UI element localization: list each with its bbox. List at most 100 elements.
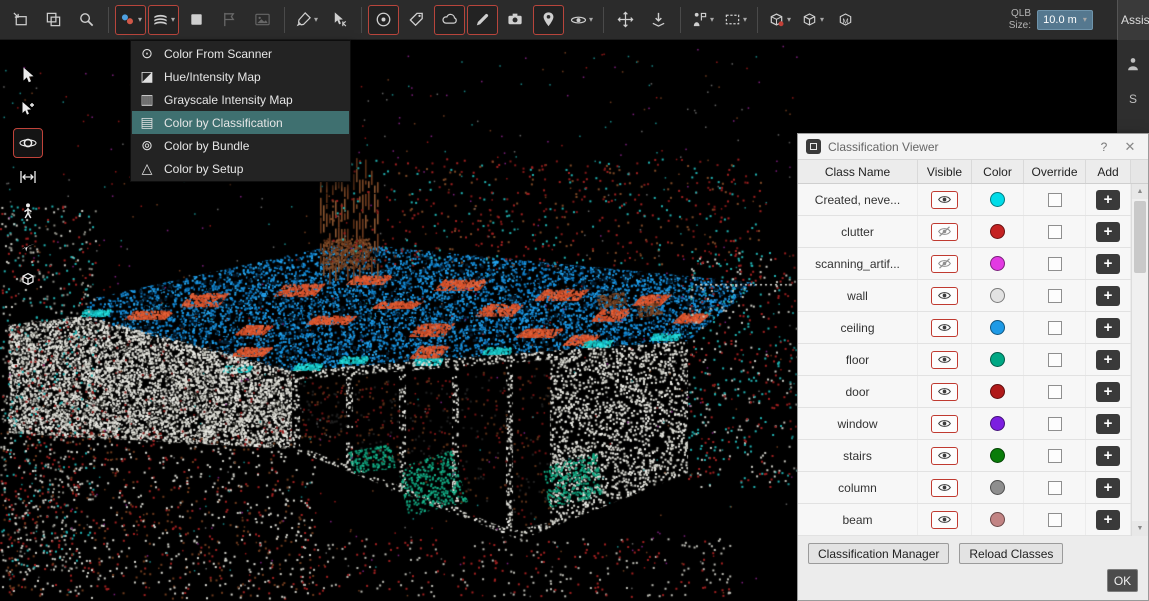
scrollbar[interactable]: ▲ ▼ xyxy=(1131,184,1148,536)
reload-classes-button[interactable]: Reload Classes xyxy=(959,543,1063,564)
chevron-down-icon[interactable]: ▾ xyxy=(710,16,714,24)
add-class-button[interactable]: + xyxy=(1096,190,1120,210)
class-color-swatch[interactable] xyxy=(990,224,1005,239)
menu-item-grayscale-intensity-map[interactable]: ▥Grayscale Intensity Map xyxy=(132,88,349,111)
add-class-button[interactable]: + xyxy=(1096,254,1120,274)
assistant-side-label[interactable]: S xyxy=(1129,92,1137,106)
help-button[interactable]: ? xyxy=(1095,140,1113,154)
visibility-toggle-on[interactable] xyxy=(931,191,958,209)
scroll-down-icon[interactable]: ▼ xyxy=(1132,521,1148,536)
qlb-size-dropdown[interactable]: 10.0 m ▾ xyxy=(1037,10,1093,30)
add-class-button[interactable]: + xyxy=(1096,414,1120,434)
close-icon[interactable]: ✕ xyxy=(1120,139,1140,155)
visibility-toggle-on[interactable] xyxy=(931,415,958,433)
assistant-panel-tab[interactable]: Assis xyxy=(1117,0,1149,40)
pen-button[interactable] xyxy=(467,5,498,35)
ok-button[interactable]: OK xyxy=(1107,569,1138,592)
override-checkbox[interactable] xyxy=(1048,481,1062,495)
class-color-swatch[interactable] xyxy=(990,288,1005,303)
class-color-swatch[interactable] xyxy=(990,416,1005,431)
person-icon[interactable] xyxy=(1125,56,1141,72)
override-checkbox[interactable] xyxy=(1048,513,1062,527)
visibility-toggle-off[interactable] xyxy=(931,223,958,241)
wire-box-button[interactable]: ▾ xyxy=(797,5,828,35)
chevron-down-icon[interactable]: ▾ xyxy=(589,16,593,24)
add-class-button[interactable]: + xyxy=(1096,286,1120,306)
override-checkbox[interactable] xyxy=(1048,289,1062,303)
chevron-down-icon[interactable]: ▾ xyxy=(138,16,142,24)
menu-item-color-by-setup[interactable]: △Color by Setup xyxy=(132,157,349,180)
visibility-toggle-on[interactable] xyxy=(931,511,958,529)
duplicate-view-button[interactable] xyxy=(38,5,69,35)
box-m-button[interactable]: M xyxy=(830,5,861,35)
class-color-swatch[interactable] xyxy=(990,352,1005,367)
menu-item-color-by-bundle[interactable]: ⊚Color by Bundle xyxy=(132,134,349,157)
visibility-toggle-on[interactable] xyxy=(931,383,958,401)
scrollbar-thumb[interactable] xyxy=(1134,201,1146,273)
override-checkbox[interactable] xyxy=(1048,353,1062,367)
override-checkbox[interactable] xyxy=(1048,257,1062,271)
cursor-tool-button[interactable] xyxy=(13,60,43,90)
classification-color-button[interactable]: ▾ xyxy=(148,5,179,35)
class-color-swatch[interactable] xyxy=(990,512,1005,527)
target-button[interactable] xyxy=(368,5,399,35)
pin-button[interactable] xyxy=(533,5,564,35)
chevron-down-icon[interactable]: ▾ xyxy=(820,16,824,24)
override-checkbox[interactable] xyxy=(1048,225,1062,239)
visibility-toggle-on[interactable] xyxy=(931,447,958,465)
override-checkbox[interactable] xyxy=(1048,417,1062,431)
add-class-button[interactable]: + xyxy=(1096,510,1120,530)
brush-button[interactable]: ▾ xyxy=(291,5,322,35)
point-color-button[interactable]: ▾ xyxy=(115,5,146,35)
add-class-button[interactable]: + xyxy=(1096,478,1120,498)
orbit-tool-button[interactable] xyxy=(13,128,43,158)
class-color-swatch[interactable] xyxy=(990,256,1005,271)
add-class-button[interactable]: + xyxy=(1096,318,1120,338)
orbit-point-button[interactable]: ▾ xyxy=(566,5,597,35)
visibility-toggle-off[interactable] xyxy=(931,255,958,273)
class-color-swatch[interactable] xyxy=(990,320,1005,335)
override-checkbox[interactable] xyxy=(1048,193,1062,207)
class-color-swatch[interactable] xyxy=(990,192,1005,207)
visibility-toggle-on[interactable] xyxy=(931,287,958,305)
camera-button[interactable] xyxy=(500,5,531,35)
add-class-button[interactable]: + xyxy=(1096,446,1120,466)
override-checkbox[interactable] xyxy=(1048,321,1062,335)
class-color-swatch[interactable] xyxy=(990,448,1005,463)
flag-button[interactable] xyxy=(214,5,245,35)
chevron-down-icon[interactable]: ▾ xyxy=(171,16,175,24)
image-button[interactable] xyxy=(247,5,278,35)
chevron-down-icon[interactable]: ▾ xyxy=(743,16,747,24)
add-class-button[interactable]: + xyxy=(1096,222,1120,242)
setup-drop-button[interactable] xyxy=(643,5,674,35)
scroll-up-icon[interactable]: ▲ xyxy=(1132,184,1148,199)
class-color-swatch[interactable] xyxy=(990,480,1005,495)
menu-item-color-by-classification[interactable]: ▤Color by Classification xyxy=(132,111,349,134)
fly-tool-button[interactable] xyxy=(13,230,43,260)
move-axes-button[interactable] xyxy=(610,5,641,35)
walk-tool-button[interactable] xyxy=(13,196,43,226)
tag-button[interactable] xyxy=(401,5,432,35)
class-color-swatch[interactable] xyxy=(990,384,1005,399)
cube-view-tool-button[interactable] xyxy=(13,264,43,294)
cursor-pick-tool-button[interactable] xyxy=(13,94,43,124)
pan-view-button[interactable] xyxy=(5,5,36,35)
chevron-down-icon[interactable]: ▾ xyxy=(787,16,791,24)
override-checkbox[interactable] xyxy=(1048,385,1062,399)
classification-manager-button[interactable]: Classification Manager xyxy=(808,543,949,564)
solid-color-button[interactable] xyxy=(181,5,212,35)
add-class-button[interactable]: + xyxy=(1096,382,1120,402)
person-flag-button[interactable]: ▾ xyxy=(687,5,718,35)
override-checkbox[interactable] xyxy=(1048,449,1062,463)
zoom-window-button[interactable] xyxy=(71,5,102,35)
add-class-button[interactable]: + xyxy=(1096,350,1120,370)
box-3d-button[interactable]: ▾ xyxy=(764,5,795,35)
cursor-context-button[interactable] xyxy=(324,5,355,35)
selection-box-button[interactable]: ▾ xyxy=(720,5,751,35)
chevron-down-icon[interactable]: ▾ xyxy=(314,16,318,24)
pan-constraint-tool-button[interactable] xyxy=(13,162,43,192)
cloud-annotation-button[interactable] xyxy=(434,5,465,35)
menu-item-color-from-scanner[interactable]: ⊙Color From Scanner xyxy=(132,42,349,65)
menu-item-hue-intensity-map[interactable]: ◪Hue/Intensity Map xyxy=(132,65,349,88)
visibility-toggle-on[interactable] xyxy=(931,351,958,369)
